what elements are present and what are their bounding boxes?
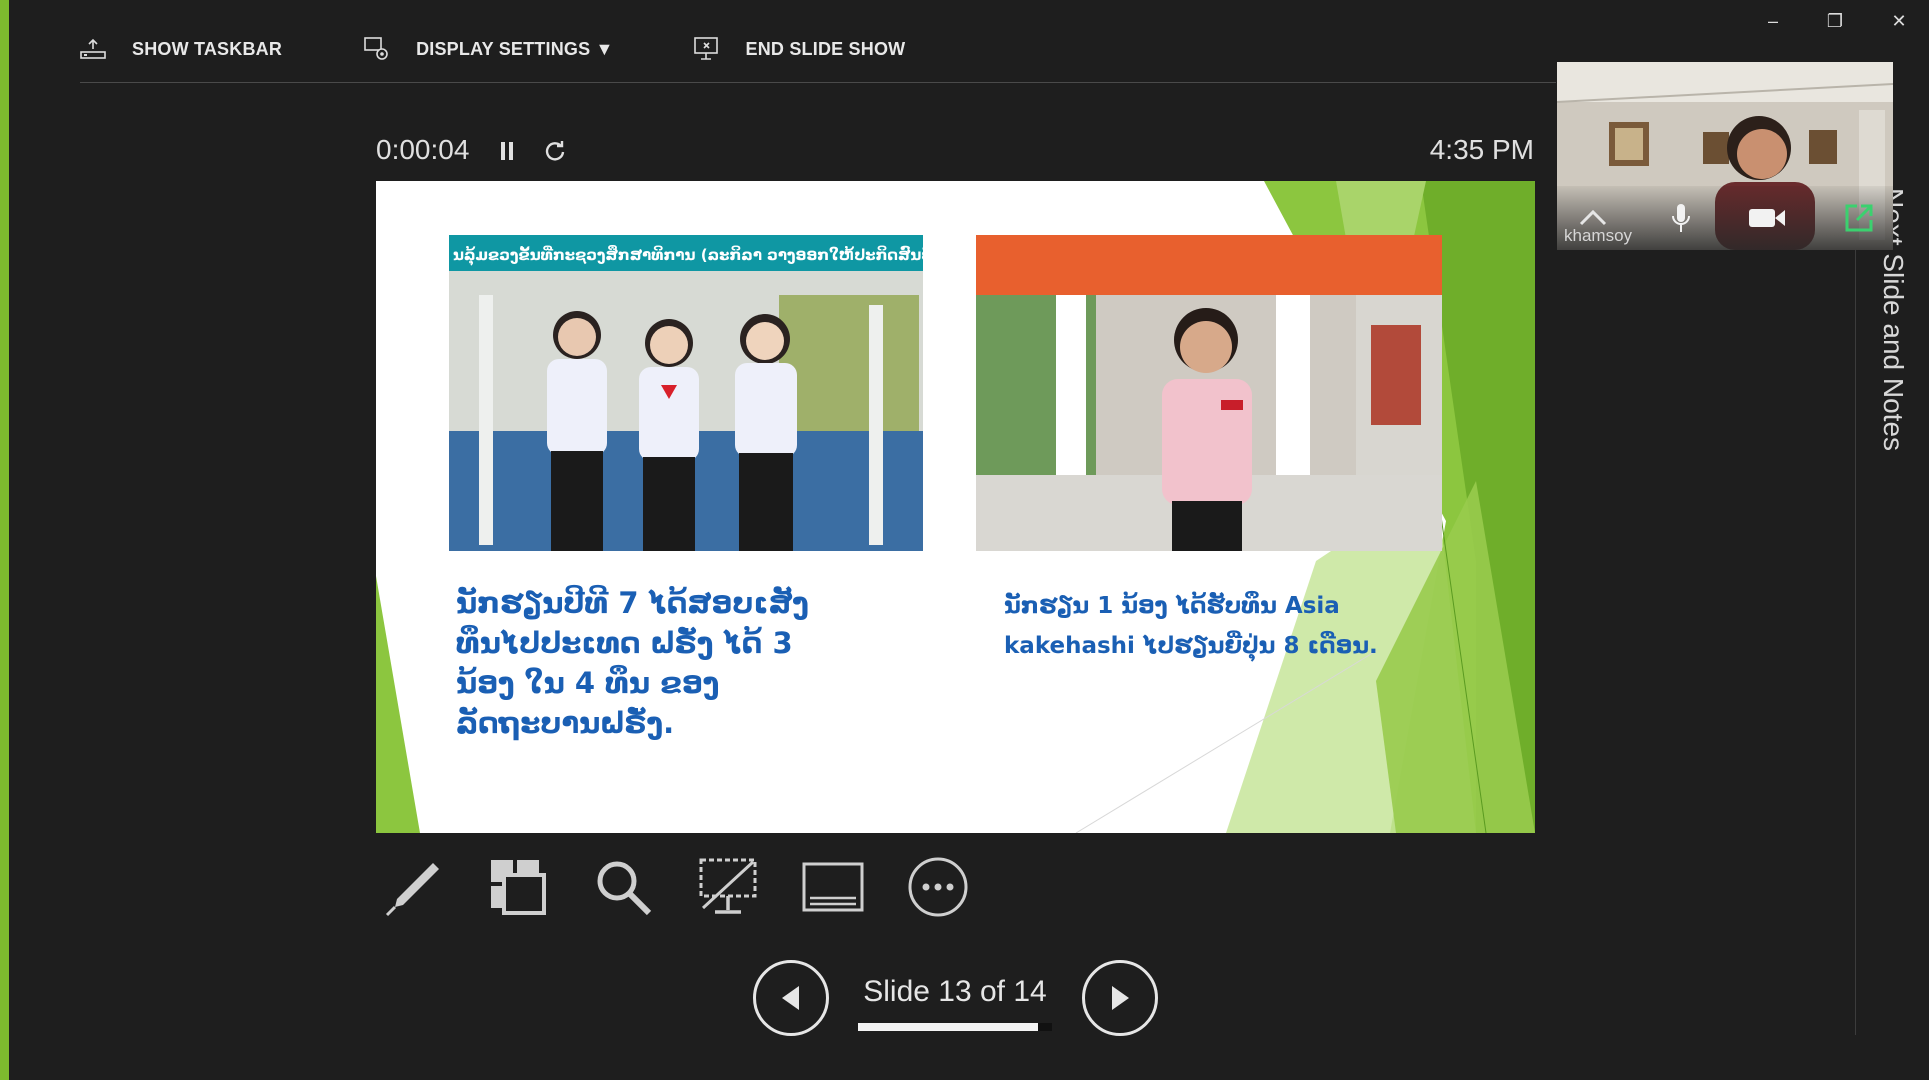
next-icon	[1112, 986, 1129, 1010]
previous-icon	[782, 986, 799, 1010]
see-all-slides-button[interactable]	[481, 850, 555, 924]
end-slide-show-button[interactable]: END SLIDE SHOW	[693, 36, 906, 62]
display-settings-icon	[364, 37, 388, 60]
accent-strip	[0, 0, 9, 1080]
photo-three-students: ນລຸ້ມຂວງຂັ້ນທີ່ກະຊວງສຶກສາທິການ (ລະກິລາ ວ…	[449, 235, 923, 551]
show-taskbar-label: SHOW TASKBAR	[132, 38, 283, 59]
left-caption-line-4: ລັດຖະບານຝຣັ່ງ.	[456, 706, 675, 740]
video-participant-tile[interactable]: khamsoy	[1557, 62, 1893, 250]
current-time: 4:35 PM	[1429, 134, 1534, 165]
display-settings-button[interactable]: DISPLAY SETTINGS ▼	[364, 36, 613, 62]
microphone-icon[interactable]	[1661, 200, 1701, 236]
end-show-icon	[693, 37, 718, 60]
slide-counter[interactable]: Slide 13 of 14	[858, 975, 1052, 1009]
restore-icon: ❐	[1826, 10, 1844, 31]
more-options-button[interactable]	[901, 850, 975, 924]
left-caption-line-3: ນ້ອງ ໃນ 4 ທຶນ ຂອງ	[456, 666, 720, 700]
minimize-button[interactable]: –	[1756, 8, 1790, 34]
close-icon: ✕	[1891, 10, 1907, 31]
magnifier-icon	[597, 861, 652, 916]
minimize-icon: –	[1767, 10, 1778, 31]
slides-grid-icon	[491, 860, 546, 915]
restart-timer-button[interactable]	[540, 136, 570, 166]
pause-timer-button[interactable]	[492, 136, 522, 166]
left-caption-line-2: ທຶນໄປປະເທດ ຝຣັ່ງ ໄດ້ 3	[456, 626, 793, 660]
end-slide-show-label: END SLIDE SHOW	[745, 38, 906, 59]
elapsed-timer: 0:00:04	[376, 134, 470, 165]
close-window-button[interactable]: ✕	[1882, 8, 1916, 34]
right-caption-line-1: ນັກຮຽນ 1 ນ້ອງ ໄດ້ຮັບທຶນ Asia	[1004, 593, 1340, 619]
right-caption: ນັກຮຽນ 1 ນ້ອງ ໄດ້ຮັບທຶນ Asia kakehashi ໄ…	[1004, 586, 1484, 666]
photo-one-student	[976, 235, 1442, 551]
current-slide[interactable]: ນລຸ້ມຂວງຂັ້ນທີ່ກະຊວງສຶກສາທິການ (ລະກິລາ ວ…	[376, 181, 1535, 833]
share-screen-icon[interactable]	[1839, 200, 1879, 236]
photo-one-student-image	[976, 235, 1442, 551]
pause-icon	[501, 142, 513, 160]
right-caption-line-2: kakehashi ໄປຮຽນຍີ່ປຸ່ນ 8 ເດືອນ.	[1004, 633, 1378, 659]
next-slide-button[interactable]	[1082, 960, 1158, 1036]
pen-tool-button[interactable]	[376, 850, 450, 924]
left-caption-line-1: ນັກຮຽນປີທີ 7 ໄດ້ສອບເສັງ	[456, 586, 809, 620]
zoom-button[interactable]	[586, 850, 660, 924]
taskbar-icon	[80, 38, 106, 59]
photo-banner-text: ນລຸ້ມຂວງຂັ້ນທີ່ກະຊວງສຶກສາທິການ (ລະກິລາ ວ…	[453, 244, 923, 267]
subtitles-icon	[802, 862, 864, 912]
pen-icon	[385, 863, 439, 917]
more-icon	[908, 857, 968, 917]
display-settings-label: DISPLAY SETTINGS ▼	[416, 38, 614, 59]
photo-three-students-image: ນລຸ້ມຂວງຂັ້ນທີ່ກະຊວງສຶກສາທິການ (ລະກິລາ ວ…	[449, 235, 923, 551]
black-screen-button[interactable]	[691, 850, 765, 924]
participant-name: khamsoy	[1564, 226, 1633, 245]
restart-icon	[545, 141, 565, 161]
previous-slide-button[interactable]	[753, 960, 829, 1036]
left-caption: ນັກຮຽນປີທີ 7 ໄດ້ສອບເສັງ ທຶນໄປປະເທດ ຝຣັ່ງ…	[456, 583, 916, 743]
presenter-tools	[376, 850, 1006, 924]
toolbar-divider	[80, 82, 1556, 83]
slide-progress-bar	[858, 1023, 1052, 1031]
subtitles-button[interactable]	[796, 850, 870, 924]
show-taskbar-button[interactable]: SHOW TASKBAR	[80, 38, 282, 60]
black-screen-icon	[699, 858, 757, 914]
camera-icon[interactable]	[1747, 200, 1787, 236]
restore-button[interactable]: ❐	[1818, 8, 1852, 34]
slide-progress-fill	[858, 1023, 1039, 1031]
presenter-toolbar: SHOW TASKBAR DISPLAY SETTINGS ▼ END SLID…	[80, 28, 985, 70]
